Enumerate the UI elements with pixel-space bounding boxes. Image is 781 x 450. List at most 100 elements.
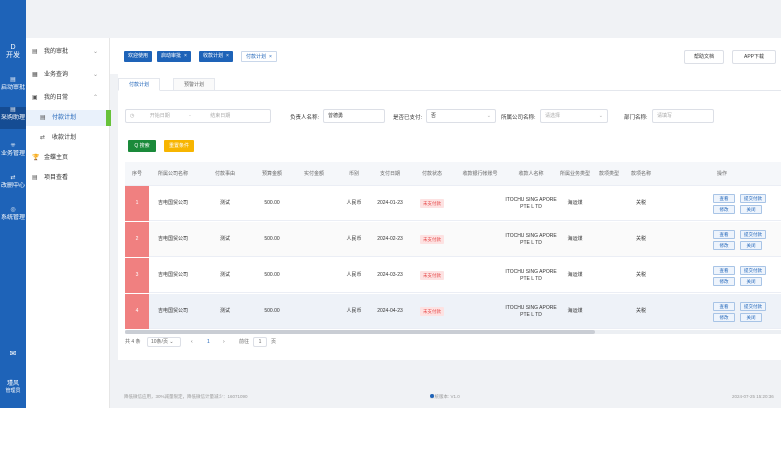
cell-paid: [291, 294, 337, 329]
chevron-down-icon: ⌄: [598, 113, 603, 119]
cell-reason: 测试: [219, 272, 230, 278]
submit-payment-button[interactable]: 提交付款: [740, 266, 766, 275]
chevron-down-icon: ⌄: [92, 72, 98, 78]
column-header: 序号: [131, 170, 142, 177]
view-button[interactable]: 查看: [713, 230, 735, 239]
close-button[interactable]: 关闭: [740, 277, 762, 286]
tab-payment-plan[interactable]: 付款计划: [118, 78, 161, 91]
submenu-payment-plan[interactable]: ▤ 付款计划: [26, 110, 111, 126]
view-button[interactable]: 查看: [713, 194, 735, 203]
page-size-select[interactable]: 10条/页 ⌄: [147, 337, 181, 347]
mail-icon[interactable]: ✉: [0, 349, 26, 358]
close-icon[interactable]: ×: [184, 53, 187, 59]
cell-budget: 500.00: [264, 272, 280, 278]
submenu-my-daily[interactable]: ▣ 我的日常 ⌃: [26, 90, 110, 106]
reset-button[interactable]: 重置条件: [164, 140, 194, 152]
cell-budget: 500.00: [264, 200, 280, 206]
column-header: 付款事由: [214, 170, 235, 177]
submenu-project-view[interactable]: ▤ 项目查看: [26, 170, 110, 186]
cell-actions: 查看 提交付款 修改 关闭: [663, 186, 781, 221]
cell-reason: 测试: [219, 308, 230, 314]
end-date-placeholder: 结束日期: [210, 113, 231, 119]
submenu-receipt-plan[interactable]: ⇄ 收款计划: [26, 130, 110, 146]
status-badge: 未支付款: [420, 199, 444, 208]
submit-payment-button[interactable]: 提交付款: [740, 302, 766, 311]
company-select[interactable]: 请选择 ⌄: [540, 109, 608, 123]
rail-item-approval[interactable]: ▤ 启动审批: [0, 77, 26, 99]
table-row[interactable]: 1 吉电国贸公司 测试 500.00 人民币 2024-01-23 未支付款 ITOCHU S…: [125, 186, 781, 221]
horizontal-scrollbar[interactable]: [125, 330, 781, 334]
submenu-kingdee-home[interactable]: 🏆 金蝶主页: [26, 150, 110, 166]
app-download-button[interactable]: APP下载: [732, 50, 776, 64]
cell-bank: [455, 222, 505, 257]
view-button[interactable]: 查看: [713, 266, 735, 275]
column-header: 操作: [716, 170, 727, 177]
cell-company: 吉电国贸公司: [157, 308, 188, 314]
logo-bottom: 开发: [6, 52, 20, 59]
paid-select[interactable]: 否 ⌄: [426, 109, 496, 123]
cell-date: 2024-02-23: [377, 236, 403, 242]
cell-payee: ITOCHU SING APORE PTE L TD: [505, 268, 557, 282]
rail-item-label: 业务管理: [0, 151, 25, 157]
column-header: 款项类型: [598, 170, 619, 177]
cell-idx: 2: [125, 222, 149, 257]
tags-bar: 欢迎使用 启动审批 × 收款计划 × 付款计划 × 帮助文档 APP下载: [110, 38, 781, 74]
table-row[interactable]: 3 吉电国贸公司 测试 500.00 人民币 2024-03-23 未支付款 ITOCHU S…: [125, 258, 781, 293]
date-range-input[interactable]: ◷ 开始日期 - 结束日期: [125, 109, 271, 123]
close-button[interactable]: 关闭: [740, 313, 762, 322]
edit-button[interactable]: 修改: [713, 205, 735, 214]
current-page[interactable]: 1: [207, 336, 210, 348]
tag-welcome[interactable]: 欢迎使用: [124, 51, 153, 62]
page-suffix: 页: [271, 339, 277, 345]
tab-warning-plan[interactable]: 预警计划: [173, 78, 216, 91]
footer-left-text: 降低微信应用，30%减量限定，降低微信计量减少：16071090: [124, 394, 248, 399]
cell-currency: 人民币: [346, 308, 362, 314]
user-profile[interactable]: 瑾风 管理员: [0, 381, 26, 395]
tag-payment-plan[interactable]: 付款计划 ×: [241, 51, 277, 62]
next-page-button[interactable]: ›: [223, 336, 225, 348]
submit-payment-button[interactable]: 提交付款: [740, 230, 766, 239]
rail-item-assistant[interactable]: ▤ 采购助理: [0, 107, 26, 129]
tab-divider: [118, 90, 781, 91]
edit-button[interactable]: 修改: [713, 313, 735, 322]
cell-actions: 查看 提交付款 修改 关闭: [663, 222, 781, 257]
settings-icon: ◎: [10, 207, 16, 213]
rail-item-label: 采购助理: [0, 115, 25, 121]
view-button[interactable]: 查看: [713, 302, 735, 311]
rail-item-change-center[interactable]: ⇄ 改删中心: [0, 175, 26, 197]
range-separator: -: [189, 113, 191, 119]
submenu-business-query[interactable]: ▦ 业务查询 ⌄: [26, 67, 110, 83]
tag-receipt-plan[interactable]: 收款计划 ×: [199, 51, 233, 62]
dept-input[interactable]: 请填写: [652, 109, 714, 123]
cell-payee: ITOCHU SING APORE PTE L TD: [505, 196, 557, 210]
edit-button[interactable]: 修改: [713, 277, 735, 286]
close-icon[interactable]: ×: [269, 54, 272, 60]
app-logo: D 开发: [0, 44, 26, 60]
rail-item-label: 改删中心: [0, 183, 25, 189]
close-icon[interactable]: ×: [226, 53, 229, 59]
cell-idx: 1: [125, 186, 149, 221]
cell-currency: 人民币: [346, 272, 362, 278]
owner-input[interactable]: 曾德勇: [323, 109, 385, 123]
submenu-label: 我的日常: [44, 95, 69, 101]
search-button[interactable]: Q 搜索: [128, 140, 156, 152]
cell-currency: 人民币: [346, 236, 362, 242]
rail-item-system[interactable]: ◎ 系统管理: [0, 207, 26, 229]
calendar-icon: ▣: [32, 95, 38, 101]
tag-label: 收款计划: [203, 53, 224, 59]
submit-payment-button[interactable]: 提交付款: [740, 194, 766, 203]
close-button[interactable]: 关闭: [740, 241, 762, 250]
close-button[interactable]: 关闭: [740, 205, 762, 214]
scrollbar-thumb[interactable]: [125, 330, 595, 334]
cell-date: 2024-01-23: [377, 200, 403, 206]
rail-item-business[interactable]: ⁜ 业务管理: [0, 143, 26, 165]
help-doc-button[interactable]: 帮助文档: [684, 50, 724, 64]
tag-start-approval[interactable]: 启动审批 ×: [157, 51, 191, 62]
submenu-my-approval[interactable]: ▤ 我的审批 ⌄: [26, 44, 110, 60]
table-row[interactable]: 2 吉电国贸公司 测试 500.00 人民币 2024-02-23 未支付款 ITOCHU S…: [125, 222, 781, 257]
footer-timestamp: 2024-07-25 15:20:36: [732, 394, 774, 399]
prev-page-button[interactable]: ‹: [191, 336, 193, 348]
table-row[interactable]: 4 吉电国贸公司 测试 500.00 人民币 2024-04-23 未支付款 ITOCHU S…: [125, 294, 781, 329]
edit-button[interactable]: 修改: [713, 241, 735, 250]
goto-page-input[interactable]: 1: [253, 337, 267, 347]
